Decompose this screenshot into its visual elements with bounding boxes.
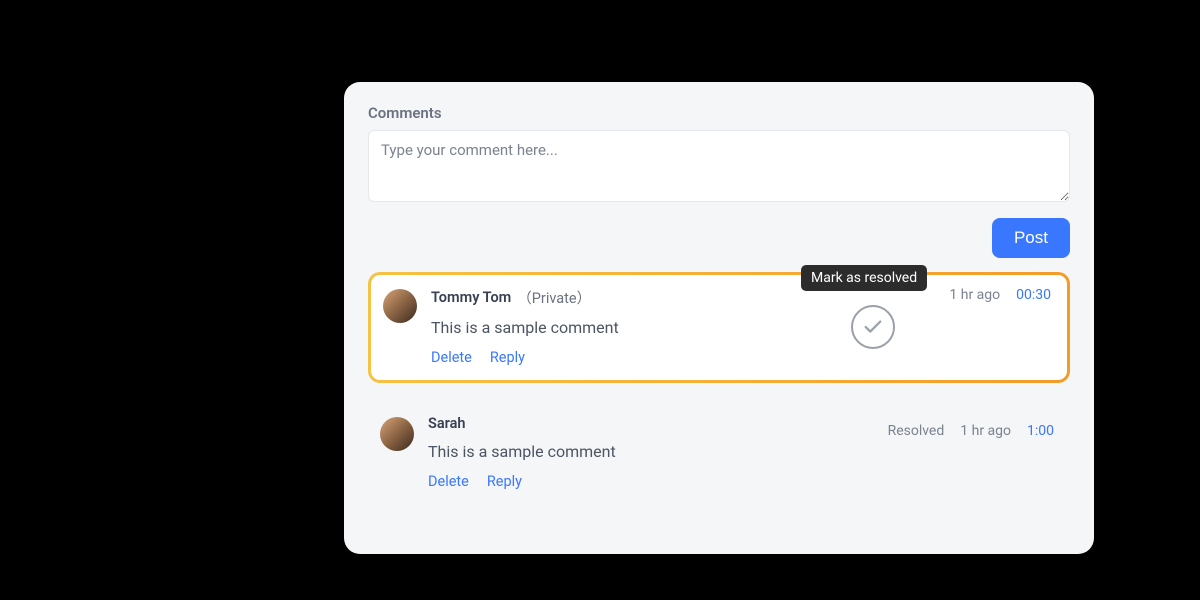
comment-text: This is a sample comment [428, 442, 1054, 461]
timecode-link[interactable]: 00:30 [1016, 287, 1051, 303]
delete-link[interactable]: Delete [428, 473, 469, 490]
comment-actions: Delete Reply [431, 349, 1051, 366]
comments-panel: Comments Post Tommy Tom （Private） This i… [344, 82, 1094, 554]
comment-meta: 1 hr ago 00:30 [949, 287, 1051, 303]
comment-actions: Delete Reply [428, 473, 1054, 490]
mark-resolved-tooltip: Mark as resolved [801, 265, 927, 291]
comment-input[interactable] [368, 130, 1070, 202]
comment-item: Sarah This is a sample comment Delete Re… [368, 411, 1070, 504]
avatar [383, 289, 417, 323]
visibility-tag: （Private） [517, 287, 591, 308]
reply-link[interactable]: Reply [490, 349, 525, 366]
time-ago: 1 hr ago [949, 287, 1000, 303]
resolved-label: Resolved [888, 423, 945, 439]
avatar [380, 417, 414, 451]
comment-text: This is a sample comment [431, 318, 1051, 337]
check-icon [862, 316, 884, 338]
reply-link[interactable]: Reply [487, 473, 522, 490]
comment-item: Tommy Tom （Private） This is a sample com… [371, 275, 1067, 380]
timecode-link[interactable]: 1:00 [1027, 423, 1054, 439]
author-name: Tommy Tom [431, 289, 511, 306]
post-row: Post [368, 218, 1070, 258]
time-ago: 1 hr ago [960, 423, 1011, 439]
section-title: Comments [368, 104, 1070, 122]
mark-resolved-button[interactable] [851, 305, 895, 349]
author-name: Sarah [428, 415, 466, 432]
post-button[interactable]: Post [992, 218, 1070, 258]
delete-link[interactable]: Delete [431, 349, 472, 366]
comment-meta: Resolved 1 hr ago 1:00 [888, 423, 1054, 439]
highlighted-comment: Tommy Tom （Private） This is a sample com… [368, 272, 1070, 383]
